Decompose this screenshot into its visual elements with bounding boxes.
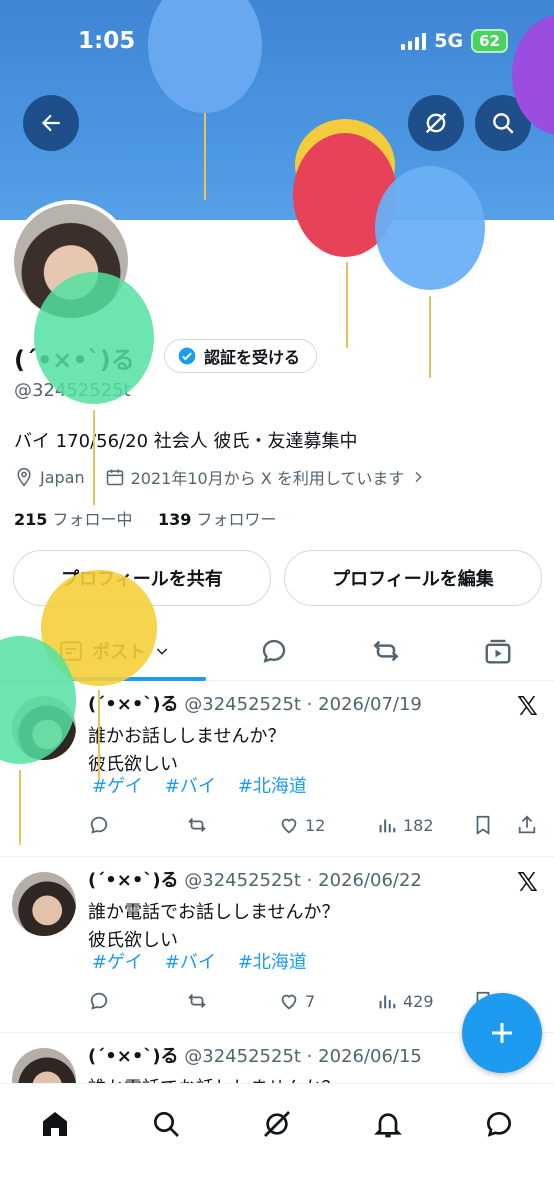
like-button[interactable]: 7 bbox=[278, 990, 315, 1012]
profile-name: (´•×•`)る bbox=[14, 346, 135, 374]
bookmark-button[interactable] bbox=[472, 814, 494, 836]
posts-icon bbox=[60, 641, 82, 661]
profile-tabs: ポスト bbox=[0, 622, 554, 681]
post-text-line1: 誰かお話ししませんか？ bbox=[88, 726, 286, 747]
nav-grok[interactable] bbox=[257, 1104, 297, 1144]
hashtag-link[interactable]: #ゲイ bbox=[92, 948, 143, 974]
tab-reposts[interactable] bbox=[358, 622, 414, 680]
arrow-left-icon bbox=[41, 114, 60, 132]
profile-location: Japan bbox=[40, 467, 85, 487]
hashtag-link[interactable]: #北海道 bbox=[238, 948, 307, 974]
tab-media[interactable] bbox=[470, 622, 526, 680]
views-button[interactable]: 182 bbox=[376, 814, 434, 836]
post-author: (´•×•`)る bbox=[88, 870, 179, 891]
nav-home[interactable] bbox=[35, 1104, 75, 1144]
tab-posts-label: ポスト bbox=[92, 642, 146, 663]
plus-icon bbox=[492, 1023, 512, 1043]
view-count: 182 bbox=[403, 815, 434, 835]
network-type: 5G bbox=[434, 30, 464, 52]
media-icon bbox=[485, 639, 511, 664]
back-button[interactable] bbox=[23, 95, 79, 151]
tab-posts[interactable]: ポスト bbox=[44, 622, 206, 681]
repost-icon bbox=[373, 640, 399, 662]
profile-bio: バイ 170/56/20 社会人 彼氏・友達募集中 bbox=[14, 431, 358, 452]
post-avatar[interactable] bbox=[12, 872, 76, 936]
share-button[interactable] bbox=[516, 814, 538, 836]
like-count: 7 bbox=[305, 991, 316, 1011]
bookmark-icon bbox=[476, 815, 490, 835]
following-count[interactable]: 215 bbox=[14, 510, 47, 529]
grok-button[interactable] bbox=[408, 95, 464, 151]
chevron-down-icon bbox=[156, 648, 168, 655]
profile-joined[interactable]: 2021年10月から X を利用しています bbox=[131, 465, 405, 489]
heart-icon bbox=[281, 818, 297, 834]
tab-replies[interactable] bbox=[246, 622, 302, 680]
search-icon bbox=[493, 113, 514, 134]
reply-button[interactable] bbox=[88, 814, 110, 836]
hashtag-link[interactable]: #バイ bbox=[165, 948, 216, 974]
post-meta: @32452525t · 2026/07/19 bbox=[184, 694, 422, 715]
post-item[interactable]: (´•×•`)る @32452525t · 2026/07/19 𝕏 誰かお話し… bbox=[0, 680, 554, 857]
reply-icon bbox=[90, 992, 108, 1010]
nav-messages[interactable] bbox=[479, 1104, 519, 1144]
profile-meta: Japan 2021年10月から X を利用しています bbox=[14, 465, 426, 489]
calendar-icon bbox=[106, 469, 123, 486]
followers-count[interactable]: 139 bbox=[158, 510, 191, 529]
repost-icon bbox=[188, 817, 206, 833]
like-button[interactable]: 12 bbox=[278, 814, 325, 836]
post-author: (´•×•`)る bbox=[88, 1046, 179, 1067]
bell-icon bbox=[374, 1113, 402, 1138]
verified-badge-icon bbox=[178, 347, 196, 365]
x-logo-icon: 𝕏 bbox=[517, 692, 538, 722]
edit-profile-button[interactable]: プロフィールを編集 bbox=[284, 550, 542, 606]
view-count: 429 bbox=[403, 991, 434, 1011]
get-verified-label: 認証を受ける bbox=[204, 348, 301, 367]
grok-icon bbox=[264, 1111, 290, 1137]
post-avatar[interactable] bbox=[12, 696, 76, 760]
home-icon bbox=[43, 1112, 67, 1136]
following-label[interactable]: フォロー中 bbox=[53, 510, 133, 529]
location-icon bbox=[17, 467, 31, 487]
status-bar: 1:05 5G 62 bbox=[0, 0, 554, 84]
compose-button[interactable] bbox=[462, 993, 542, 1073]
nav-search[interactable] bbox=[146, 1104, 186, 1144]
views-button[interactable]: 429 bbox=[376, 990, 434, 1012]
repost-button[interactable] bbox=[186, 990, 208, 1012]
profile-handle: @32452525t bbox=[14, 380, 131, 401]
followers-label[interactable]: フォロワー bbox=[196, 510, 276, 529]
post-avatar[interactable] bbox=[12, 1048, 76, 1084]
post-author: (´•×•`)る bbox=[88, 694, 179, 715]
reply-icon bbox=[262, 639, 286, 663]
hashtag-link[interactable]: #北海道 bbox=[238, 772, 307, 798]
repost-icon bbox=[188, 993, 206, 1009]
like-count: 12 bbox=[305, 815, 326, 835]
reply-button[interactable] bbox=[88, 990, 110, 1012]
signal-icon bbox=[401, 32, 427, 50]
message-icon bbox=[486, 1111, 512, 1137]
profile-avatar[interactable] bbox=[10, 200, 132, 322]
follow-stats: 215 フォロー中 139 フォロワー bbox=[14, 506, 276, 530]
share-profile-button[interactable]: プロフィールを共有 bbox=[13, 550, 271, 606]
nav-notifications[interactable] bbox=[368, 1104, 408, 1144]
reply-icon bbox=[90, 816, 108, 834]
chevron-right-icon bbox=[415, 471, 422, 483]
views-icon bbox=[379, 819, 396, 833]
hashtag-link[interactable]: #ゲイ bbox=[92, 772, 143, 798]
hashtag-link[interactable]: #バイ bbox=[165, 772, 216, 798]
post-text-line1: 誰か電話でお話ししませんか？ bbox=[88, 902, 340, 923]
search-button[interactable] bbox=[475, 95, 531, 151]
battery-icon: 62 bbox=[471, 29, 508, 53]
get-verified-button[interactable]: 認証を受ける bbox=[164, 339, 318, 373]
grok-icon bbox=[425, 112, 447, 134]
views-icon bbox=[379, 995, 396, 1009]
status-time: 1:05 bbox=[78, 28, 136, 54]
post-meta: @32452525t · 2026/06/22 bbox=[184, 870, 422, 891]
share-icon bbox=[518, 815, 536, 834]
post-meta: @32452525t · 2026/06/15 bbox=[184, 1046, 422, 1067]
heart-icon bbox=[281, 994, 297, 1010]
x-logo-icon: 𝕏 bbox=[517, 868, 538, 898]
search-icon bbox=[154, 1112, 179, 1137]
repost-button[interactable] bbox=[186, 814, 208, 836]
bottom-nav bbox=[0, 1083, 554, 1201]
